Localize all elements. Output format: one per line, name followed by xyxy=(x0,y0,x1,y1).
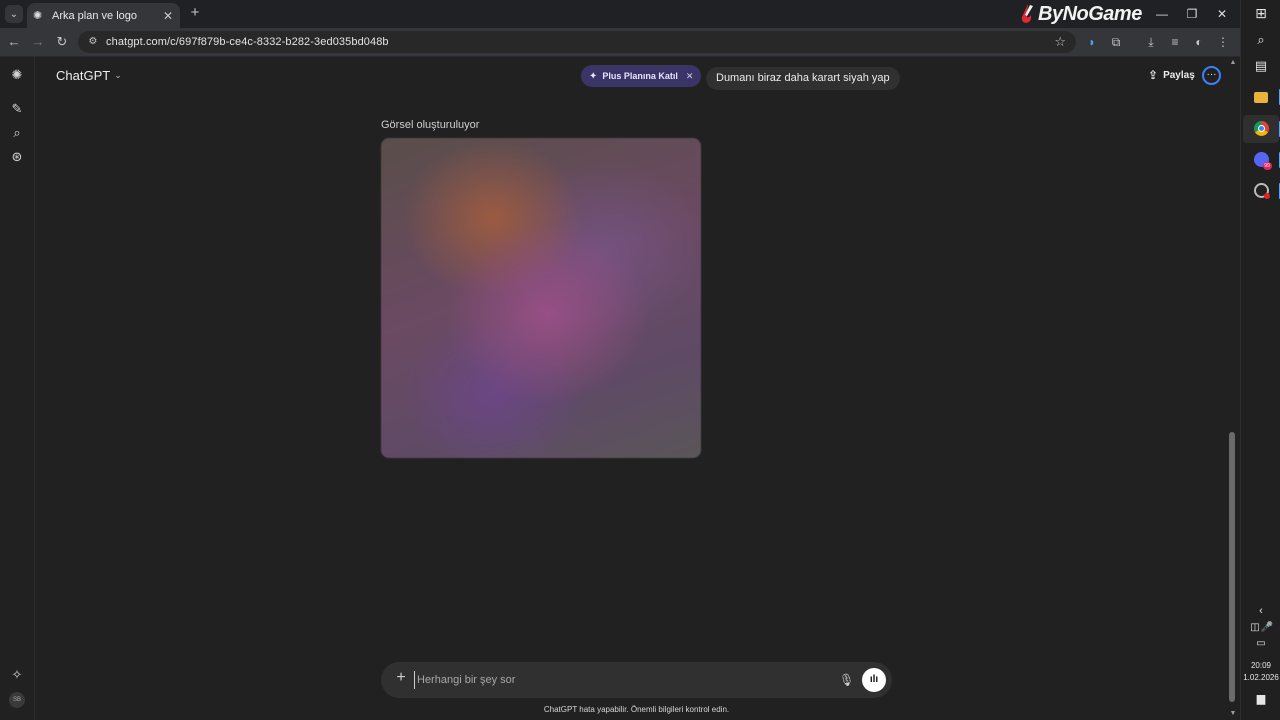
generated-image-placeholder xyxy=(381,138,701,458)
tab-search-button[interactable]: ⌄ xyxy=(5,5,23,23)
model-label: ChatGPT xyxy=(56,68,111,83)
download-icon[interactable]: ⤓ xyxy=(1143,34,1159,50)
scroll-up-icon[interactable]: ▲ xyxy=(1227,59,1239,66)
microphone-icon[interactable]: 🎙 xyxy=(839,672,854,688)
upgrade-sparkle-icon[interactable]: ✧ xyxy=(9,667,25,683)
close-window-button[interactable]: ✕ xyxy=(1213,5,1231,23)
image-generating-status: Görsel oluşturuluyor xyxy=(381,119,480,131)
show-hidden-icons-chevron-icon[interactable]: ‹ xyxy=(1252,602,1270,620)
bynogame-logo: ByNoGame xyxy=(1018,2,1142,26)
prompt-input[interactable] xyxy=(414,671,834,689)
new-tab-button[interactable]: + xyxy=(187,5,203,21)
taskbar-search-icon[interactable]: ⌕ xyxy=(1252,31,1270,49)
plus-plan-label: Plus Planına Katıl xyxy=(602,71,678,81)
voice-mode-button[interactable]: ılı xyxy=(862,668,886,692)
new-chat-icon[interactable]: ✎ xyxy=(9,101,25,117)
url-text: chatgpt.com/c/697f879b-ce4c-8332-b282-3e… xyxy=(106,36,389,48)
notifications-icon[interactable]: ▆ xyxy=(1252,690,1270,708)
scroll-thumb[interactable] xyxy=(1229,432,1235,702)
message-composer: + 🎙 ılı xyxy=(381,662,892,698)
left-sidebar: ✺ ✎ ⌕ ⊛ ✧ SB xyxy=(0,57,35,720)
restore-button[interactable]: ❐ xyxy=(1183,5,1201,23)
plus-plan-button[interactable]: ✦ Plus Planına Katıl ✕ xyxy=(581,65,702,87)
openai-logo-icon[interactable]: ✺ xyxy=(9,67,25,83)
chatgpt-favicon-icon: ✺ xyxy=(33,9,43,22)
chevron-down-icon: ⌄ xyxy=(114,70,122,80)
disclaimer: ChatGPT hata yapabilir. Önemli bilgileri… xyxy=(543,705,730,714)
model-selector[interactable]: ChatGPT ⌄ xyxy=(56,68,122,83)
media-control-icon[interactable]: ≡ xyxy=(1167,34,1183,50)
profile-icon[interactable]: ◐ xyxy=(1191,34,1207,50)
add-attachment-icon[interactable]: + xyxy=(393,670,409,686)
recorder-icon[interactable] xyxy=(1252,182,1270,200)
brand-name: ByNoGame xyxy=(1038,2,1142,25)
extension-wave-icon[interactable]: ◗ xyxy=(1084,34,1100,50)
extensions-puzzle-icon[interactable]: ⧉ xyxy=(1108,34,1124,50)
sparkle-icon: ✦ xyxy=(589,70,598,82)
scroll-down-icon[interactable]: ▼ xyxy=(1227,710,1239,717)
discord-icon[interactable]: 99 xyxy=(1252,151,1272,170)
page-scrollbar[interactable]: ▲ ▼ xyxy=(1226,57,1240,720)
clock-date[interactable]: 1.02.2026 xyxy=(1241,673,1280,682)
dismiss-icon[interactable]: ✕ xyxy=(686,71,694,82)
clock-time[interactable]: 20:09 xyxy=(1241,661,1280,670)
site-info-icon[interactable]: ⚙ xyxy=(86,35,100,49)
file-explorer-icon[interactable] xyxy=(1252,88,1270,106)
minimize-button[interactable]: — xyxy=(1153,5,1171,23)
share-icon: ⇪ xyxy=(1148,68,1159,82)
bookmark-star-icon[interactable]: ☆ xyxy=(1054,34,1066,50)
browser-tab-active[interactable]: ✺ Arka plan ve logo ✕ xyxy=(27,3,180,28)
discord-badge: 99 xyxy=(1262,162,1272,170)
search-icon[interactable]: ⌕ xyxy=(9,125,25,141)
reload-icon[interactable]: ↻ xyxy=(54,34,70,50)
share-button[interactable]: ⇪ Paylaş xyxy=(1148,68,1195,82)
windows-taskbar: ⊞ ⌕ ▤ 99 ‹ ◫ 🎤 ▭ 20:09 1.02.2026 ▆ xyxy=(1240,0,1280,720)
browser-menu-icon[interactable]: ⋮ xyxy=(1215,34,1231,50)
address-bar[interactable]: ⚙ chatgpt.com/c/697f879b-ce4c-8332-b282-… xyxy=(78,31,1076,53)
forward-icon[interactable]: → xyxy=(30,34,46,50)
browser-tab-strip: ⌄ ✺ Arka plan ve logo ✕ + ByNoGame — ❐ ✕ xyxy=(0,0,1240,28)
back-icon[interactable]: ← xyxy=(6,34,22,50)
bynogame-mark-icon xyxy=(1021,4,1033,23)
library-icon[interactable]: ⊛ xyxy=(9,149,25,165)
browser-toolbar: ← → ↻ ⚙ chatgpt.com/c/697f879b-ce4c-8332… xyxy=(0,28,1240,57)
chatgpt-page: ✺ ✎ ⌕ ⊛ ✧ SB ChatGPT ⌄ ✦ Plus Planına Ka… xyxy=(0,57,1240,720)
tab-close-icon[interactable]: ✕ xyxy=(162,9,174,23)
tab-title: Arka plan ve logo xyxy=(52,9,137,22)
chrome-icon[interactable] xyxy=(1252,120,1270,138)
task-view-icon[interactable]: ▤ xyxy=(1252,57,1270,75)
network-icon[interactable]: ▭ xyxy=(1252,635,1270,653)
share-label: Paylaş xyxy=(1163,69,1195,81)
more-options-button[interactable]: ··· xyxy=(1202,66,1221,85)
windows-start-icon[interactable]: ⊞ xyxy=(1252,4,1270,22)
user-message: Dumanı biraz daha karart siyah yap xyxy=(706,67,900,90)
screen: ⌄ ✺ Arka plan ve logo ✕ + ByNoGame — ❐ ✕… xyxy=(0,0,1280,720)
